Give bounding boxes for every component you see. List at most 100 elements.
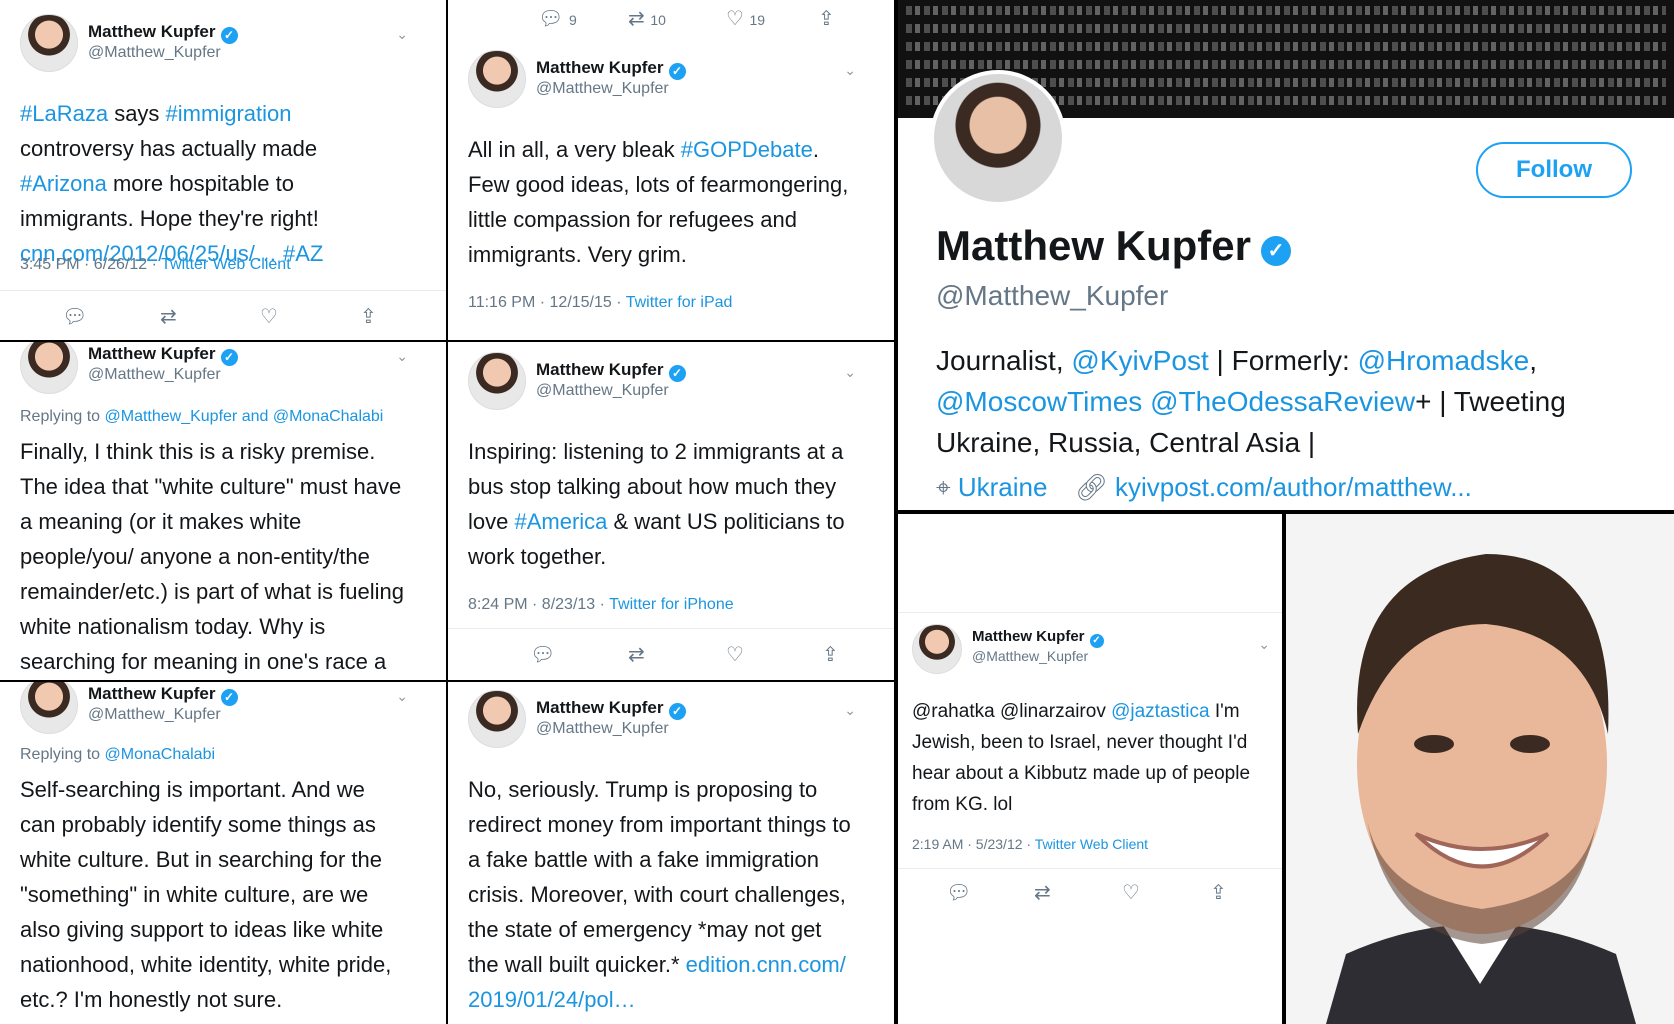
tweet-panel-5: Matthew Kupfer ✓ @Matthew_Kupfer ⌄ Replyi… — [0, 682, 446, 1024]
author-name-text: Matthew Kupfer — [88, 344, 216, 363]
tweet-panel-2: 💬︎ 9 ⇄ 10 ♡ 19 ⇪ Matthew Kupfer ✓ @Matthe… — [448, 0, 894, 340]
client-link[interactable]: Twitter for iPad — [626, 294, 733, 311]
tweet-header: Matthew Kupfer ✓ @Matthew_Kupfer ⌄ — [20, 682, 408, 736]
author-handle[interactable]: @Matthew_Kupfer — [536, 80, 669, 98]
author-name-text: Matthew Kupfer — [88, 684, 216, 703]
banner-text-line — [906, 42, 1666, 51]
chevron-down-icon[interactable]: ⌄ — [844, 364, 856, 381]
tweet-actions: 💬︎ ⇄ ♡ ⇪ — [468, 642, 848, 672]
chevron-down-icon[interactable]: ⌄ — [396, 688, 408, 705]
author-name[interactable]: Matthew Kupfer ✓ — [88, 684, 238, 706]
chevron-down-icon[interactable]: ⌄ — [1258, 636, 1270, 653]
mention-link[interactable]: @KyivPost — [1071, 345, 1208, 376]
tweet-panel-3: Matthew Kupfer ✓ @Matthew_Kupfer ⌄ Replyi… — [0, 342, 446, 680]
hashtag-link[interactable]: #America — [514, 509, 607, 534]
client-link[interactable]: Twitter for iPhone — [609, 596, 734, 613]
tweet-text: All in all, a very bleak #GOPDebate. Few… — [468, 132, 853, 272]
chevron-down-icon[interactable]: ⌄ — [396, 26, 408, 43]
hashtag-link[interactable]: #GOPDebate — [681, 137, 813, 162]
avatar[interactable] — [468, 690, 526, 748]
author-handle[interactable]: @Matthew_Kupfer — [88, 706, 221, 724]
author-handle[interactable]: @Matthew_Kupfer — [88, 366, 221, 384]
tweet-panel-6: Matthew Kupfer ✓ @Matthew_Kupfer ⌄ No, se… — [448, 682, 894, 1024]
reply-icon[interactable]: 💬︎ — [530, 642, 555, 667]
tweet-panel-7: Matthew Kupfer ✓ @Matthew_Kupfer ⌄ @rahat… — [898, 514, 1282, 1024]
author-name-text: Matthew Kupfer — [88, 22, 216, 41]
tweet-timestamp: 2:19 AM · 5/23/12 · Twitter Web Client — [912, 836, 1148, 852]
author-name-text: Matthew Kupfer — [536, 360, 664, 379]
share-icon[interactable]: ⇪ — [1210, 880, 1227, 905]
verified-badge-icon: ✓ — [1089, 634, 1104, 648]
tweet-text: Self-searching is important. And we can … — [20, 777, 392, 1012]
share-icon[interactable]: ⇪ — [822, 642, 839, 667]
share-icon[interactable]: ⇪ — [818, 6, 835, 31]
replying-to-label: Replying to — [20, 746, 105, 763]
tweet-timestamp: 3:45 PM · 6/26/12 · Twitter Web Client — [20, 256, 291, 274]
retweet-count: 10 — [650, 12, 666, 28]
author-handle[interactable]: @Matthew_Kupfer — [536, 720, 669, 738]
client-link[interactable]: Twitter Web Client — [1035, 836, 1148, 852]
replying-to: Replying to @MonaChalabi — [20, 746, 215, 764]
retweet-icon[interactable]: ⇄ — [1034, 880, 1051, 905]
profile-avatar[interactable] — [930, 70, 1066, 206]
chevron-down-icon[interactable]: ⌄ — [844, 702, 856, 719]
divider — [448, 628, 894, 629]
share-icon[interactable]: ⇪ — [360, 304, 377, 329]
reply-icon[interactable]: 💬︎ — [62, 304, 87, 329]
reply-icon[interactable]: 💬︎ 9 — [538, 6, 577, 31]
author-name[interactable]: Matthew Kupfer ✓ — [88, 22, 238, 44]
link-icon: 🔗︎ — [1074, 472, 1108, 502]
follow-button[interactable]: Follow — [1476, 142, 1632, 198]
chevron-down-icon[interactable]: ⌄ — [396, 348, 408, 365]
retweet-icon[interactable]: ⇄ — [160, 304, 177, 329]
like-icon[interactable]: ♡ — [1122, 880, 1140, 905]
reply-mention-link[interactable]: @MonaChalabi — [105, 746, 216, 763]
avatar[interactable] — [20, 14, 78, 72]
verified-badge-icon: ✓ — [668, 365, 686, 382]
author-handle[interactable]: @Matthew_Kupfer — [972, 648, 1088, 664]
mention-link[interactable]: @MoscowTimes — [936, 386, 1142, 417]
author-name[interactable]: Matthew Kupfer ✓ — [88, 344, 238, 366]
profile-url-link[interactable]: kyivpost.com/author/matthew... — [1115, 472, 1472, 502]
divider — [898, 612, 1282, 613]
like-count: 19 — [749, 12, 766, 28]
mention-link[interactable]: @TheOdessaReview — [1150, 386, 1415, 417]
reply-mention-link[interactable]: @Matthew_Kupfer and @MonaChalabi — [105, 408, 384, 425]
author-handle[interactable]: @Matthew_Kupfer — [88, 44, 221, 62]
author-name-text: Matthew Kupfer — [972, 628, 1085, 645]
mention-link[interactable]: @jaztastica — [1111, 701, 1210, 722]
bio-segment: , — [1529, 345, 1537, 376]
avatar[interactable] — [912, 624, 962, 674]
like-icon[interactable]: ♡ 19 — [726, 6, 765, 31]
author-name[interactable]: Matthew Kupfer ✓ — [972, 628, 1104, 648]
author-name[interactable]: Matthew Kupfer ✓ — [536, 360, 686, 382]
client-link[interactable]: Twitter Web Client — [161, 256, 291, 273]
timestamp-text: 3:45 PM · 6/26/12 · — [20, 256, 162, 273]
hashtag-link[interactable]: #LaRaza — [20, 101, 108, 126]
hashtag-link[interactable]: #immigration — [166, 101, 292, 126]
author-handle[interactable]: @Matthew_Kupfer — [536, 382, 669, 400]
divider — [0, 290, 446, 291]
verified-badge-icon: ✓ — [220, 349, 238, 366]
retweet-icon[interactable]: ⇄ — [628, 642, 645, 667]
tweet-actions-counts: 💬︎ 9 ⇄ 10 ♡ 19 ⇪ — [468, 6, 848, 36]
avatar[interactable] — [20, 342, 78, 394]
verified-badge-icon: ✓ — [1261, 236, 1291, 266]
author-name[interactable]: Matthew Kupfer ✓ — [536, 58, 686, 80]
avatar[interactable] — [468, 50, 526, 108]
retweet-icon[interactable]: ⇄ 10 — [628, 6, 666, 31]
like-icon[interactable]: ♡ — [260, 304, 278, 329]
reply-icon[interactable]: 💬︎ — [946, 880, 971, 905]
hashtag-link[interactable]: #Arizona — [20, 171, 107, 196]
author-name[interactable]: Matthew Kupfer ✓ — [536, 698, 686, 720]
profile-location[interactable]: Ukraine — [958, 472, 1048, 502]
avatar[interactable] — [20, 682, 78, 734]
mention-link[interactable]: @Hromadske — [1358, 345, 1530, 376]
like-icon[interactable]: ♡ — [726, 642, 744, 667]
author-name-text: Matthew Kupfer — [536, 698, 664, 717]
tweet-text: @rahatka @linarzairov @jaztastica I'm Je… — [912, 696, 1264, 820]
tweet-text-segment: No, seriously. Trump is proposing to red… — [468, 777, 851, 977]
location-icon: ⌖ — [936, 472, 951, 502]
chevron-down-icon[interactable]: ⌄ — [844, 62, 856, 79]
avatar[interactable] — [468, 352, 526, 410]
